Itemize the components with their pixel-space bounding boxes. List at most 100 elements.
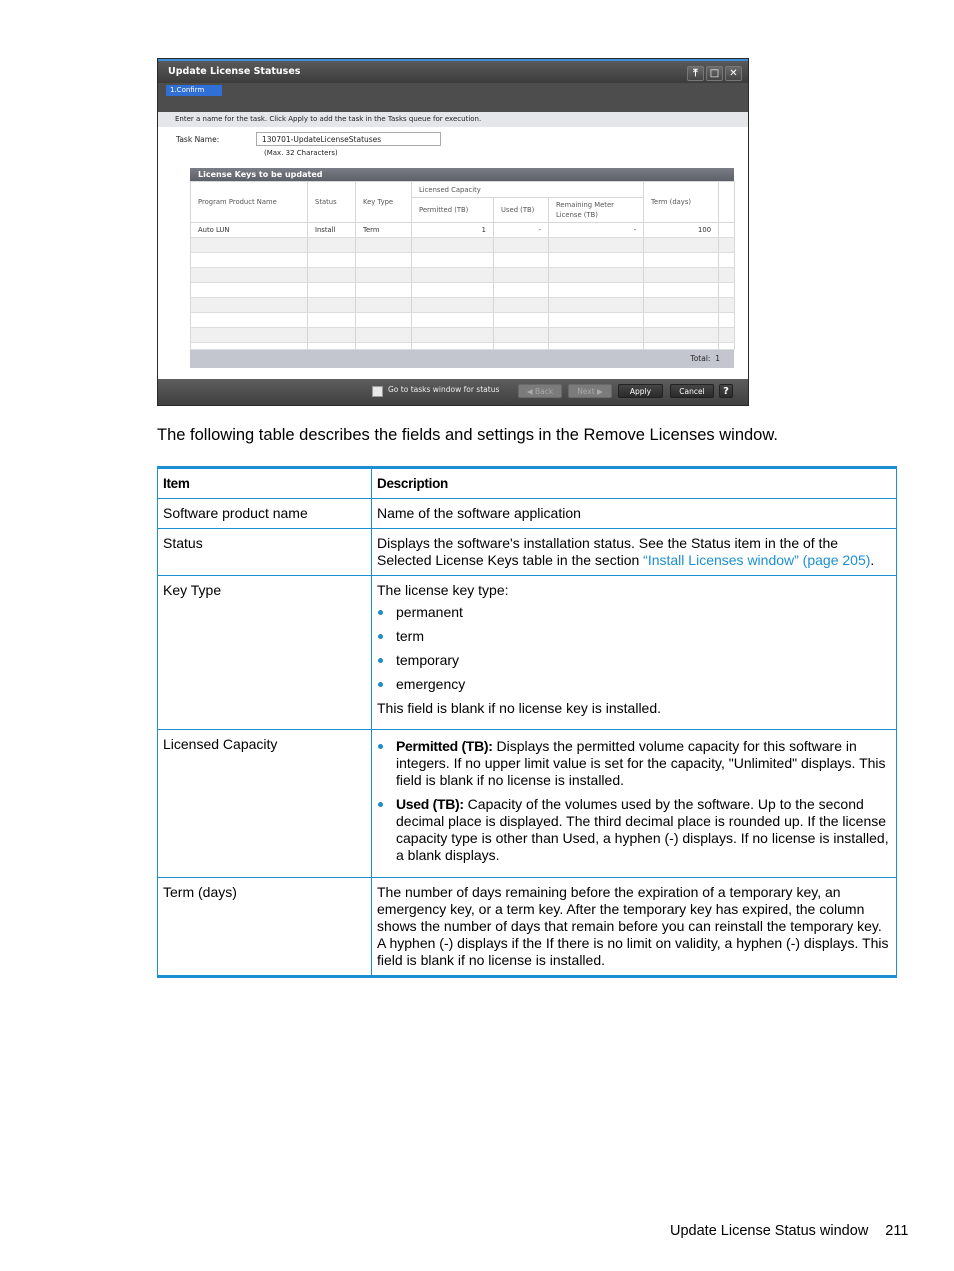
window-controls: ⤒ □ ✕ [687, 66, 742, 81]
col-term[interactable]: Term (days) [643, 181, 720, 223]
col-licensed-capacity: Licensed Capacity [410, 181, 645, 198]
help-button[interactable]: ? [719, 384, 733, 398]
list-item-text: permanent [396, 604, 463, 620]
item-cell: Software product name [157, 498, 372, 529]
list-item-text: temporary [396, 652, 460, 668]
empty-row [190, 267, 736, 283]
empty-row [190, 237, 736, 253]
col-status[interactable]: Status [307, 181, 356, 223]
go-to-tasks-label: Go to tasks window for status [388, 385, 500, 394]
col-program-product-name[interactable]: Program Product Name [190, 181, 308, 223]
description-text: . [870, 552, 875, 568]
col-used[interactable]: Used (TB) [493, 197, 549, 223]
total-value: 1 [715, 354, 720, 363]
go-to-tasks-checkbox[interactable] [372, 386, 383, 397]
table-row: Software product name Name of the softwa… [157, 498, 897, 529]
item-cell: Term (days) [157, 877, 372, 977]
cell-key-type: Term [355, 222, 412, 238]
cell-term: 100 [643, 222, 720, 238]
col-key-type[interactable]: Key Type [355, 181, 412, 223]
item-cell: Licensed Capacity [157, 729, 372, 878]
description-cell: Permitted (TB): Displays the permitted v… [371, 729, 897, 878]
col-spacer [718, 181, 736, 223]
cell-used: - [493, 222, 549, 238]
list-item: temporary [377, 652, 891, 669]
bullet-icon [378, 744, 383, 749]
table-row: Key Type The license key type: permanent… [157, 575, 897, 730]
instruction-text: Enter a name for the task. Click Apply t… [158, 112, 748, 127]
description-cell: The number of days remaining before the … [371, 877, 897, 977]
list-item-text: term [396, 628, 424, 644]
cell-name: Auto LUN [190, 222, 308, 238]
bullet-icon [378, 802, 383, 807]
list-item-text: emergency [396, 676, 466, 692]
fields-description-table: Item Description Software product name N… [157, 466, 897, 978]
wizard-steps: 1.Confirm [158, 83, 748, 112]
empty-row [190, 282, 736, 298]
key-type-list: permanent term temporary emergency [377, 604, 891, 693]
license-keys-table: Program Product Name Status Key Type Lic… [190, 181, 736, 350]
footer-section-title: Update License Status window [670, 1223, 869, 1239]
license-keys-grid: License Keys to be updated Program Produ… [190, 168, 736, 370]
header-item: Item [157, 467, 372, 499]
back-button[interactable]: ◀ Back [518, 384, 562, 398]
table-row[interactable]: Auto LUN Install Term 1 - - 100 [190, 222, 736, 238]
apply-button[interactable]: Apply [618, 384, 663, 398]
step-confirm: 1.Confirm [166, 85, 222, 96]
bullet-icon [378, 658, 383, 663]
item-cell: Status [157, 528, 372, 576]
task-name-hint: (Max. 32 Characters) [264, 149, 338, 157]
empty-row [190, 297, 736, 313]
table-row: Term (days) The number of days remaining… [157, 877, 897, 977]
description-outro: This field is blank if no license key is… [377, 700, 662, 716]
table-row: Status Displays the software's installat… [157, 528, 897, 576]
page-footer: Update License Status window 211 [670, 1223, 908, 1239]
task-name-input[interactable]: 130701-UpdateLicenseStatuses [256, 132, 441, 146]
list-item: Permitted (TB): Displays the permitted v… [377, 738, 891, 789]
empty-row [190, 342, 736, 350]
total-label: Total: [690, 354, 711, 363]
capacity-list: Permitted (TB): Displays the permitted v… [377, 738, 891, 864]
empty-row [190, 312, 736, 328]
bullet-icon [378, 682, 383, 687]
maximize-icon[interactable]: □ [706, 66, 723, 81]
cell-remaining: - [547, 222, 645, 238]
intro-paragraph: The following table describes the fields… [157, 426, 778, 444]
dialog-title: Update License Statuses [168, 66, 301, 77]
col-permitted[interactable]: Permitted (TB) [411, 197, 494, 223]
list-item: permanent [377, 604, 891, 621]
list-item: Used (TB): Capacity of the volumes used … [377, 796, 891, 864]
header-description: Description [371, 467, 897, 499]
empty-row [190, 252, 736, 268]
grid-caption: License Keys to be updated [190, 168, 734, 181]
pin-icon[interactable]: ⤒ [687, 66, 704, 81]
page-number: 211 [885, 1223, 909, 1239]
bullet-icon [378, 610, 383, 615]
cell-permitted: 1 [411, 222, 494, 238]
description-intro: The license key type: [377, 582, 509, 598]
task-name-label: Task Name: [176, 135, 220, 144]
table-header-row: Item Description [157, 467, 897, 499]
dialog-title-bar: Update License Statuses ⤒ □ ✕ [158, 61, 748, 83]
list-item: emergency [377, 676, 891, 693]
description-cell: The license key type: permanent term tem… [371, 575, 897, 730]
dialog-footer: Go to tasks window for status ◀ Back Nex… [158, 379, 748, 405]
empty-row [190, 327, 736, 343]
list-item-label: Used (TB): [396, 796, 464, 812]
bullet-icon [378, 634, 383, 639]
next-button[interactable]: Next ▶ [568, 384, 612, 398]
col-remaining[interactable]: Remaining Meter License (TB) [547, 197, 645, 223]
list-item: term [377, 628, 891, 645]
list-item-text: Capacity of the volumes used by the soft… [396, 796, 889, 863]
list-item-label: Permitted (TB): [396, 738, 493, 754]
description-cell: Displays the software's installation sta… [371, 528, 897, 576]
cancel-button[interactable]: Cancel [670, 384, 714, 398]
install-licenses-link[interactable]: “Install Licenses window” (page 205) [643, 552, 870, 568]
item-cell: Key Type [157, 575, 372, 730]
close-icon[interactable]: ✕ [725, 66, 742, 81]
update-license-statuses-dialog: Update License Statuses ⤒ □ ✕ 1.Confirm … [157, 58, 749, 406]
grid-total: Total: 1 [190, 350, 734, 368]
cell-status: Install [307, 222, 356, 238]
description-cell: Name of the software application [371, 498, 897, 529]
table-row: Licensed Capacity Permitted (TB): Displa… [157, 729, 897, 878]
